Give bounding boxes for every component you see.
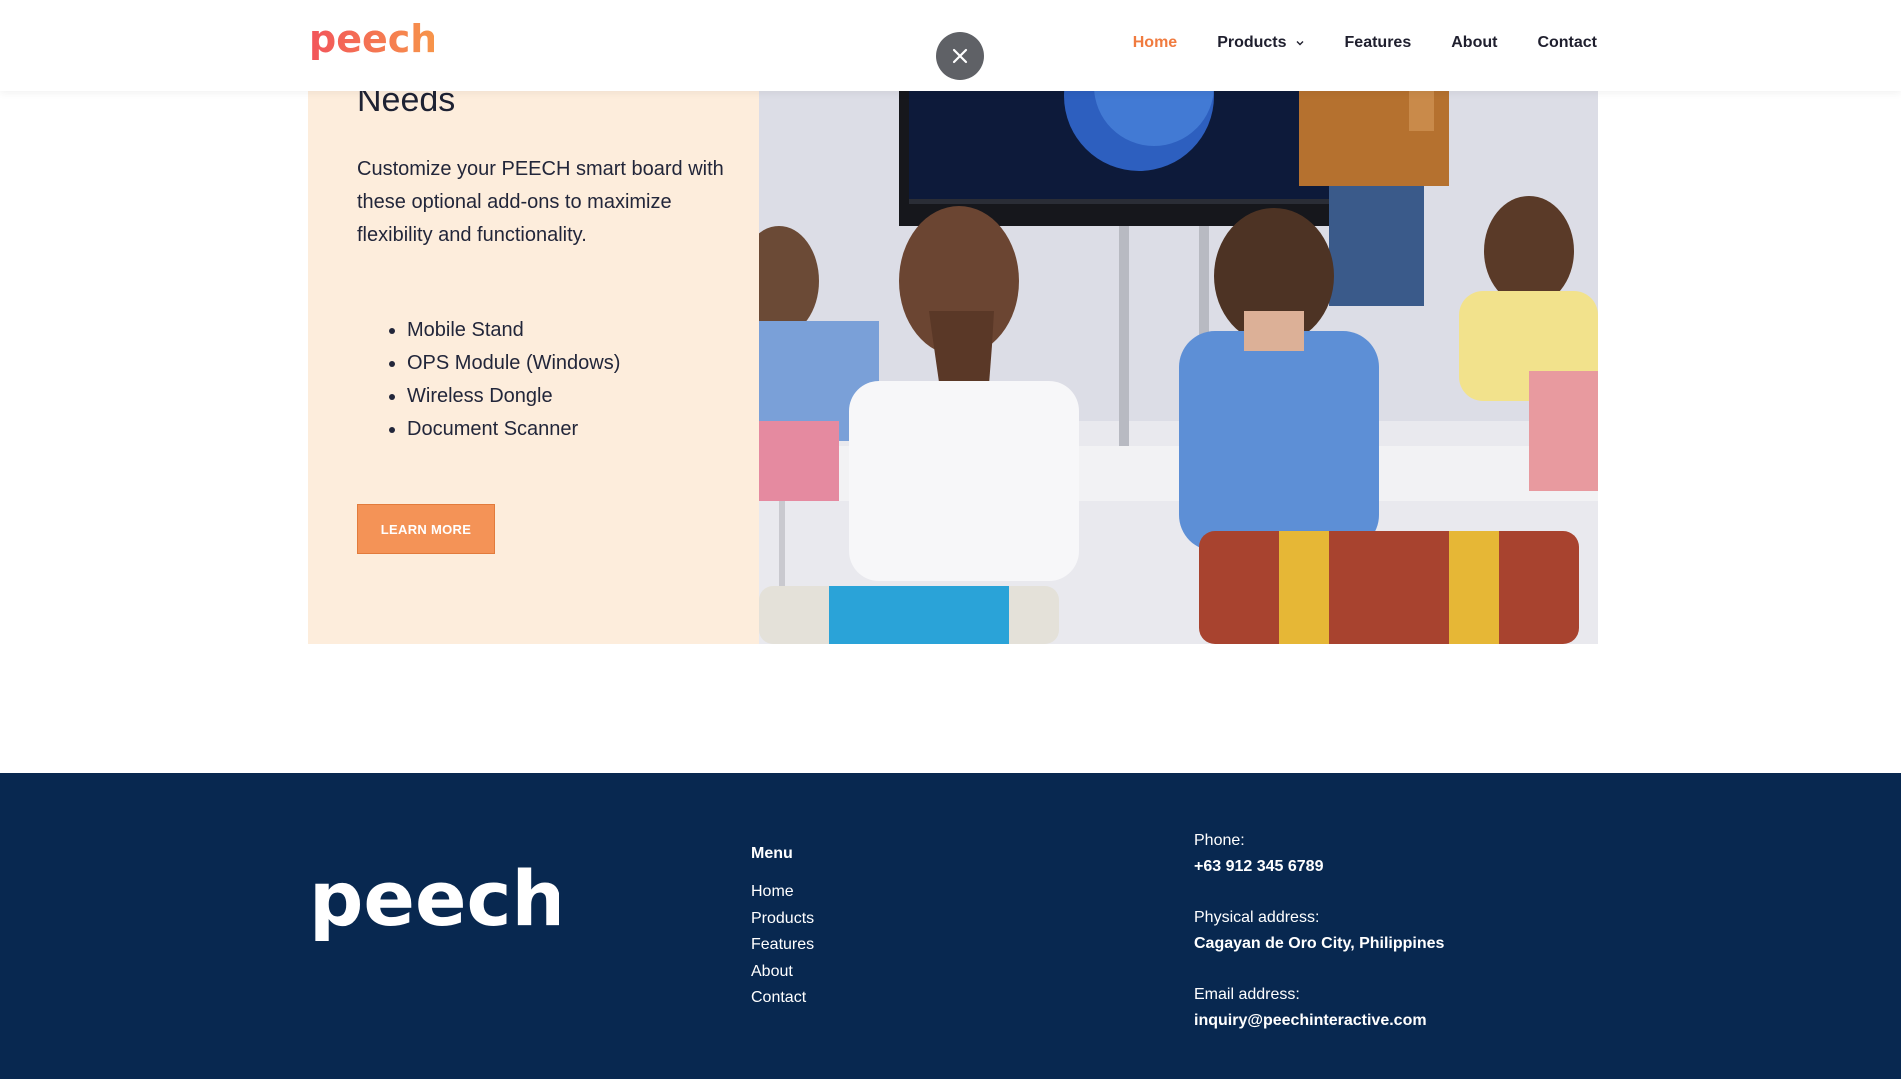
main-nav: Home Products Features About Contact <box>1133 34 1597 52</box>
footer-menu-title: Menu <box>751 845 793 862</box>
addons-list: Mobile Stand OPS Module (Windows) Wirele… <box>407 314 620 446</box>
footer-contact: Phone: +63 912 345 6789 Physical address… <box>1194 828 1444 1059</box>
classroom-photo <box>759 91 1598 644</box>
nav-products[interactable]: Products <box>1217 34 1304 52</box>
address-value: Cagayan de Oro City, Philippines <box>1194 934 1445 952</box>
list-item: OPS Module (Windows) <box>407 347 620 380</box>
phone-label: Phone: <box>1194 832 1245 849</box>
phone-value[interactable]: +63 912 345 6789 <box>1194 854 1444 880</box>
email-label: Email address: <box>1194 986 1300 1003</box>
svg-text:peech: peech <box>309 854 559 943</box>
addons-text-panel: Needs Customize your PEECH smart board w… <box>308 81 759 644</box>
section-description: Customize your PEECH smart board with th… <box>357 158 724 246</box>
footer-menu: Menu Home Products Features About Contac… <box>751 845 814 1012</box>
footer-link-contact[interactable]: Contact <box>751 985 814 1012</box>
close-icon <box>952 48 968 64</box>
footer-link-products[interactable]: Products <box>751 906 814 933</box>
site-header: peech Home Products Features About Conta… <box>0 0 1901 91</box>
nav-products-label: Products <box>1217 34 1287 51</box>
classroom-illustration <box>759 91 1598 644</box>
list-item: Wireless Dongle <box>407 380 620 413</box>
svg-text:peech: peech <box>309 18 434 61</box>
peech-logo[interactable]: peech <box>309 18 434 72</box>
addons-section: Needs Customize your PEECH smart board w… <box>308 81 1598 644</box>
learn-more-button[interactable]: LEARN MORE <box>357 504 495 554</box>
nav-features[interactable]: Features <box>1345 34 1412 52</box>
close-button[interactable] <box>936 32 984 80</box>
footer-link-about[interactable]: About <box>751 959 814 986</box>
site-footer: peech Menu Home Products Features About … <box>0 773 1901 1079</box>
list-item: Document Scanner <box>407 413 620 446</box>
email-value[interactable]: inquiry@peechinteractive.com <box>1194 1008 1444 1034</box>
footer-link-features[interactable]: Features <box>751 932 814 959</box>
chevron-down-icon <box>1296 41 1304 46</box>
list-item: Mobile Stand <box>407 314 620 347</box>
footer-link-home[interactable]: Home <box>751 879 814 906</box>
nav-about[interactable]: About <box>1451 34 1497 52</box>
nav-contact[interactable]: Contact <box>1537 34 1597 52</box>
nav-home[interactable]: Home <box>1133 34 1177 52</box>
footer-logo[interactable]: peech <box>309 853 559 963</box>
address-label: Physical address: <box>1194 909 1320 926</box>
